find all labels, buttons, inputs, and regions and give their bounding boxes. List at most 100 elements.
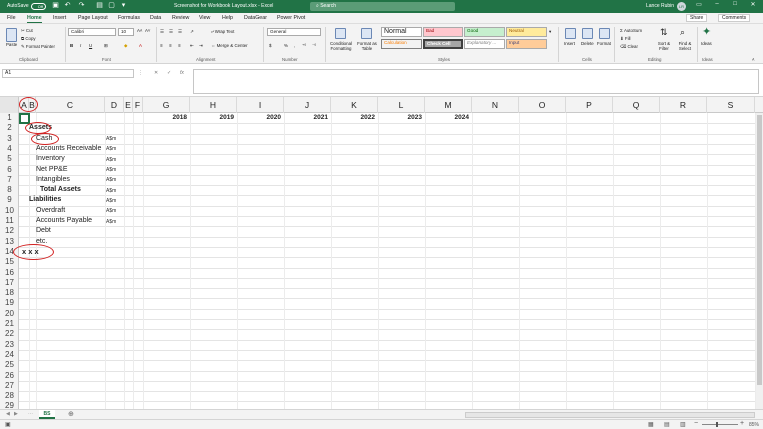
print-preview-icon[interactable]: ▢ xyxy=(108,2,115,10)
ideas-icon[interactable]: ✦ xyxy=(702,27,711,38)
add-sheet-icon[interactable]: ⊕ xyxy=(68,410,74,418)
row-header-12[interactable]: 12 xyxy=(0,226,19,236)
column-header-l[interactable]: L xyxy=(378,97,425,113)
line-item-label[interactable]: Liabilities xyxy=(29,195,61,205)
vertical-scrollbar[interactable] xyxy=(755,113,763,409)
column-header-p[interactable]: P xyxy=(566,97,613,113)
column-header-f[interactable]: F xyxy=(133,97,143,113)
conditional-formatting-icon[interactable] xyxy=(335,28,346,39)
line-item-label[interactable]: Accounts Payable xyxy=(36,216,92,226)
delete-cells-button[interactable]: Delete xyxy=(581,41,594,47)
unit-label[interactable]: A$m xyxy=(106,134,116,144)
column-header-c[interactable]: C xyxy=(36,97,105,113)
row-header-19[interactable]: 19 xyxy=(0,298,19,308)
year-header[interactable]: 2018 xyxy=(143,113,187,123)
undo-icon[interactable]: ↶ xyxy=(64,2,71,10)
style-input[interactable]: Input xyxy=(506,39,547,49)
bold-button[interactable]: B xyxy=(70,43,73,49)
decrease-indent-icon[interactable]: ⇤ xyxy=(190,43,194,49)
unit-label[interactable]: A$m xyxy=(106,186,116,196)
row-header-5[interactable]: 5 xyxy=(0,154,19,164)
insert-cells-icon[interactable] xyxy=(565,28,576,39)
row-header-25[interactable]: 25 xyxy=(0,360,19,370)
row-header-21[interactable]: 21 xyxy=(0,319,19,329)
align-middle-icon[interactable]: ☰ xyxy=(169,29,173,35)
name-box-dropdown-icon[interactable]: ⋮ xyxy=(138,70,143,76)
borders-icon[interactable]: ⊞ xyxy=(104,43,108,49)
column-header-d[interactable]: D xyxy=(105,97,124,113)
column-header-i[interactable]: I xyxy=(237,97,284,113)
tab-datagear[interactable]: DataGear xyxy=(244,15,267,21)
comments-button[interactable]: Comments xyxy=(718,14,751,22)
tab-insert[interactable]: Insert xyxy=(53,15,66,21)
line-item-label[interactable]: Intangibles xyxy=(36,175,70,185)
normal-view-icon[interactable]: ▦ xyxy=(648,421,654,428)
print-icon[interactable]: ▤ xyxy=(96,2,103,10)
cancel-icon[interactable]: ✕ xyxy=(154,70,158,76)
year-header[interactable]: 2023 xyxy=(378,113,422,123)
line-item-label[interactable]: Debt xyxy=(36,226,51,236)
column-header-e[interactable]: E xyxy=(124,97,133,113)
zoom-out-icon[interactable]: − xyxy=(694,420,698,427)
row-header-7[interactable]: 7 xyxy=(0,175,19,185)
font-color-icon[interactable]: A xyxy=(139,43,142,49)
sort-filter-icon[interactable]: ⇅ xyxy=(660,28,668,37)
font-name-select[interactable]: Calibri xyxy=(68,28,116,36)
style-calculation[interactable]: Calculation xyxy=(381,39,422,49)
orientation-icon[interactable]: ↗ xyxy=(190,29,194,35)
unit-label[interactable]: A$m xyxy=(106,155,116,165)
row-header-15[interactable]: 15 xyxy=(0,257,19,267)
wrap-text-button[interactable]: ⤶ Wrap Text xyxy=(211,29,234,35)
unit-label[interactable]: A$m xyxy=(106,196,116,206)
insert-function-icon[interactable]: fx xyxy=(180,70,184,76)
zoom-slider-thumb[interactable] xyxy=(716,422,718,427)
sheet-tab-bs[interactable]: BS xyxy=(39,410,55,419)
row-header-6[interactable]: 6 xyxy=(0,165,19,175)
column-header-g[interactable]: G xyxy=(143,97,190,113)
save-icon[interactable]: ▣ xyxy=(52,2,59,10)
align-left-icon[interactable]: ≡ xyxy=(160,43,163,49)
row-header-22[interactable]: 22 xyxy=(0,329,19,339)
avatar[interactable]: LR xyxy=(677,2,686,11)
row-header-24[interactable]: 24 xyxy=(0,350,19,360)
zoom-slider[interactable] xyxy=(702,424,738,425)
format-as-table-button[interactable]: Format as Table xyxy=(355,41,379,51)
tab-data[interactable]: Data xyxy=(150,15,161,21)
styles-more-icon[interactable]: ▾ xyxy=(549,29,551,35)
page-break-view-icon[interactable]: ▥ xyxy=(680,421,686,428)
line-item-label[interactable]: Net PP&E xyxy=(36,165,68,175)
align-top-icon[interactable]: ☰ xyxy=(160,29,164,35)
unit-label[interactable]: A$m xyxy=(106,165,116,175)
style-check-cell[interactable]: Check Cell xyxy=(423,39,463,49)
row-header-1[interactable]: 1 xyxy=(0,113,19,123)
increase-font-icon[interactable]: A˄ xyxy=(137,28,143,34)
find-select-icon[interactable]: ⌕ xyxy=(680,28,685,37)
style-bad[interactable]: Bad xyxy=(423,27,463,37)
font-size-select[interactable]: 10 xyxy=(118,28,134,36)
style-good[interactable]: Good xyxy=(464,27,505,37)
column-header-m[interactable]: M xyxy=(425,97,472,113)
redo-icon[interactable]: ↷ xyxy=(78,2,85,10)
align-right-icon[interactable]: ≡ xyxy=(178,43,181,49)
delete-cells-icon[interactable] xyxy=(582,28,593,39)
increase-indent-icon[interactable]: ⇥ xyxy=(199,43,203,49)
ribbon-display-icon[interactable]: ▭ xyxy=(694,1,704,8)
row-header-8[interactable]: 8 xyxy=(0,185,19,195)
number-format-select[interactable]: General xyxy=(267,28,321,36)
style-neutral[interactable]: Neutral xyxy=(506,27,547,37)
underline-button[interactable]: U xyxy=(89,43,92,49)
percent-button[interactable]: % xyxy=(284,43,288,49)
unit-label[interactable]: A$m xyxy=(106,206,116,216)
insert-cells-button[interactable]: Insert xyxy=(564,41,575,47)
format-as-table-icon[interactable] xyxy=(361,28,372,39)
column-header-o[interactable]: O xyxy=(519,97,566,113)
fill-color-icon[interactable]: ◆ xyxy=(124,43,127,49)
next-sheet-icon[interactable]: ▶ xyxy=(14,411,18,417)
share-button[interactable]: Share xyxy=(686,14,708,22)
more-sheets-icon[interactable]: ⋯ xyxy=(28,411,33,417)
row-header-27[interactable]: 27 xyxy=(0,381,19,391)
year-header[interactable]: 2020 xyxy=(237,113,281,123)
comma-button[interactable]: , xyxy=(294,43,295,49)
italic-button[interactable]: I xyxy=(80,43,81,49)
year-header[interactable]: 2021 xyxy=(284,113,328,123)
